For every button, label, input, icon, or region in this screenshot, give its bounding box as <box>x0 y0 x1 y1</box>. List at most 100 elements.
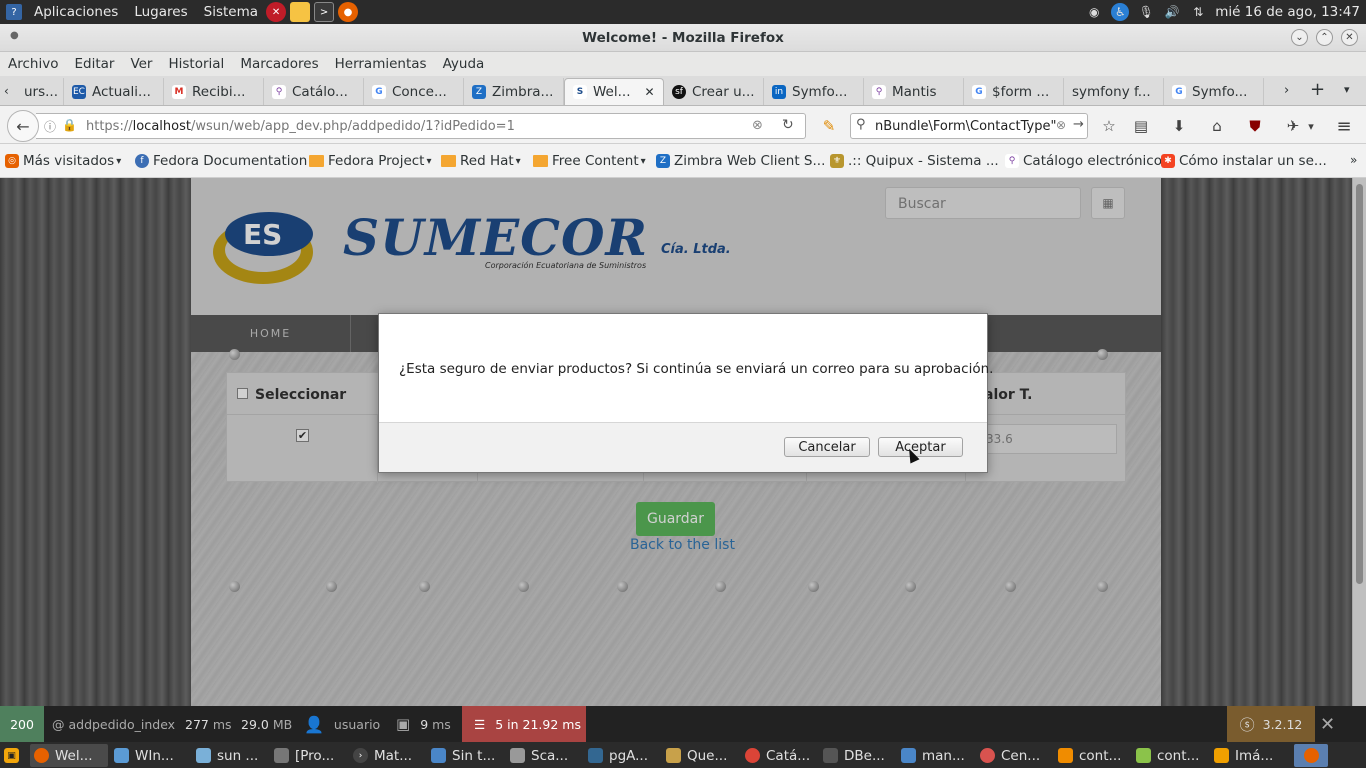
tab[interactable]: sf Crear u... <box>664 78 764 105</box>
task-window[interactable]: Sca... <box>506 744 584 767</box>
close-toolbar-icon[interactable]: ✕ <box>1320 706 1344 742</box>
hamburger-menu-icon[interactable]: ≡ <box>1333 115 1355 137</box>
task-firefox[interactable]: Wel... <box>30 744 108 767</box>
tab[interactable]: Z Zimbra... <box>464 78 564 105</box>
bookmark-catalogo[interactable]: ⚲ Catálogo electrónico <box>1005 153 1162 169</box>
bookmark-fedora-docs[interactable]: f Fedora Documentation <box>135 153 307 169</box>
ublock-icon[interactable]: ⛊ <box>1244 115 1266 137</box>
request-time[interactable]: 277 ms <box>185 706 232 742</box>
tab[interactable]: urs... <box>16 78 64 105</box>
task-window[interactable]: Imá... <box>1210 744 1288 767</box>
task-window[interactable]: cont... <box>1054 744 1132 767</box>
symfony-version-panel[interactable]: ⓢ 3.2.12 <box>1227 706 1315 742</box>
extension-icon[interactable]: ✎ <box>818 115 840 137</box>
bookmark-quipux[interactable]: ⚜ .:: Quipux - Sistema ... <box>830 153 999 169</box>
workspace-switcher[interactable] <box>1294 744 1328 767</box>
menu-ayuda[interactable]: Ayuda <box>435 56 493 72</box>
tab[interactable]: EC Actuali... <box>64 78 164 105</box>
task-window[interactable]: sun ... <box>192 744 270 767</box>
image-viewer-icon <box>1214 748 1229 763</box>
reading-list-icon[interactable]: ▤ <box>1130 115 1152 137</box>
task-window[interactable]: › Mat... <box>349 744 427 767</box>
info-icon[interactable]: ⓘ <box>44 118 56 135</box>
route-name[interactable]: @ addpedido_index <box>52 706 175 742</box>
url-bar[interactable]: ⓘ 🔒 https://localhost/wsun/web/app_dev.p… <box>36 113 806 139</box>
tab-active[interactable]: S Wel... ✕ <box>564 78 664 105</box>
task-window[interactable]: WIn... <box>110 744 188 767</box>
help-icon[interactable]: ? <box>6 4 22 20</box>
task-window[interactable]: Que... <box>662 744 740 767</box>
minimize-button[interactable]: ⌄ <box>1291 29 1308 46</box>
bookmark-star-icon[interactable]: ☆ <box>1098 115 1120 137</box>
insecure-lock-icon[interactable]: 🔒 <box>62 118 77 132</box>
close-tab-icon[interactable]: ✕ <box>645 85 655 99</box>
bookmarks-overflow-icon[interactable]: » <box>1350 153 1357 167</box>
task-window[interactable]: pgA... <box>584 744 662 767</box>
bookmark-joomla[interactable]: ✱ Cómo instalar un se... <box>1161 153 1327 169</box>
network-icon[interactable]: ⇅ <box>1189 3 1207 21</box>
clock[interactable]: mié 16 de ago, 13:47 <box>1215 4 1360 20</box>
bookmark-fedora-project[interactable]: Fedora Project ▾ <box>309 153 432 169</box>
reload-icon[interactable]: ↻ <box>782 117 794 133</box>
tab[interactable]: G Symfo... <box>1164 78 1264 105</box>
bookmark-red-hat[interactable]: Red Hat ▾ <box>441 153 521 169</box>
system-menu[interactable]: Sistema <box>196 4 266 20</box>
tab[interactable]: in Symfo... <box>764 78 864 105</box>
volume-icon[interactable]: 🔊 <box>1163 3 1181 21</box>
task-window[interactable]: DBe... <box>819 744 897 767</box>
menu-archivo[interactable]: Archivo <box>0 56 66 72</box>
task-window[interactable]: cont... <box>1132 744 1210 767</box>
tab[interactable]: ⚲ Catálo... <box>264 78 364 105</box>
menu-editar[interactable]: Editar <box>66 56 122 72</box>
terminal-launcher-icon[interactable]: > <box>314 2 335 22</box>
twig-panel[interactable]: ▣ 9 ms <box>396 706 451 742</box>
menu-marcadores[interactable]: Marcadores <box>232 56 326 72</box>
show-desktop-button[interactable]: ▣ <box>0 744 26 767</box>
task-window[interactable]: Cen... <box>976 744 1054 767</box>
microphone-icon[interactable]: 🎙 <box>1137 3 1155 21</box>
task-window[interactable]: Sin t... <box>427 744 505 767</box>
maximize-button[interactable]: ⌃ <box>1316 29 1333 46</box>
tab-scroll-left-icon[interactable]: ‹ <box>4 84 9 98</box>
tab[interactable]: ⚲ Mantis <box>864 78 964 105</box>
home-icon[interactable]: ⌂ <box>1206 115 1228 137</box>
bookmark-most-visited[interactable]: ◎ Más visitados ▾ <box>5 153 121 169</box>
window-titlebar[interactable]: ● Welcome! - Mozilla Firefox ⌄ ⌃ ✕ <box>0 24 1366 52</box>
addon-dropdown-icon[interactable]: ▾ <box>1300 115 1322 137</box>
menu-historial[interactable]: Historial <box>160 56 232 72</box>
back-button[interactable]: ← <box>7 110 39 142</box>
menu-ver[interactable]: Ver <box>122 56 160 72</box>
close-window-button[interactable]: ✕ <box>1341 29 1358 46</box>
status-code-badge[interactable]: 200 <box>0 706 44 742</box>
cancel-button[interactable]: Cancelar <box>784 437 870 457</box>
task-window[interactable]: [Pro... <box>270 744 348 767</box>
search-go-icon[interactable]: → <box>1073 117 1084 132</box>
task-window[interactable]: man... <box>897 744 975 767</box>
search-bar[interactable]: ⚲ nBundle\Form\ContactType" ⊗ → <box>850 113 1088 139</box>
task-window[interactable]: Catá... <box>741 744 819 767</box>
applications-menu[interactable]: Aplicaciones <box>26 4 126 20</box>
tab-list-icon[interactable]: ▾ <box>1344 83 1350 96</box>
notification-icon[interactable]: ◉ <box>1085 3 1103 21</box>
tab-scroll-right-icon[interactable]: › <box>1284 83 1289 98</box>
tab[interactable]: symfony f... <box>1064 78 1164 105</box>
memory-usage[interactable]: 29.0 MB <box>241 706 292 742</box>
database-panel[interactable]: ☰ 5 in 21.92 ms <box>462 706 586 742</box>
launcher-icon[interactable]: ✕ <box>266 2 287 22</box>
accessibility-icon[interactable]: ♿ <box>1111 3 1130 21</box>
accept-button[interactable]: Aceptar <box>878 437 963 457</box>
bookmark-zimbra[interactable]: Z Zimbra Web Client S... <box>656 153 825 169</box>
clear-url-icon[interactable]: ⊗ <box>752 118 763 133</box>
downloads-icon[interactable]: ⬇ <box>1168 115 1190 137</box>
user-panel[interactable]: 👤 usuario <box>304 706 380 742</box>
tab[interactable]: G $form ... <box>964 78 1064 105</box>
bookmark-free-content[interactable]: Free Content ▾ <box>533 153 646 169</box>
files-launcher-icon[interactable] <box>290 2 311 22</box>
tab[interactable]: G Conce... <box>364 78 464 105</box>
clear-search-icon[interactable]: ⊗ <box>1056 118 1066 132</box>
firefox-launcher-icon[interactable]: ● <box>338 2 359 22</box>
menu-herramientas[interactable]: Herramientas <box>327 56 435 72</box>
places-menu[interactable]: Lugares <box>126 4 195 20</box>
new-tab-icon[interactable]: + <box>1310 79 1325 100</box>
tab[interactable]: M Recibi... <box>164 78 264 105</box>
